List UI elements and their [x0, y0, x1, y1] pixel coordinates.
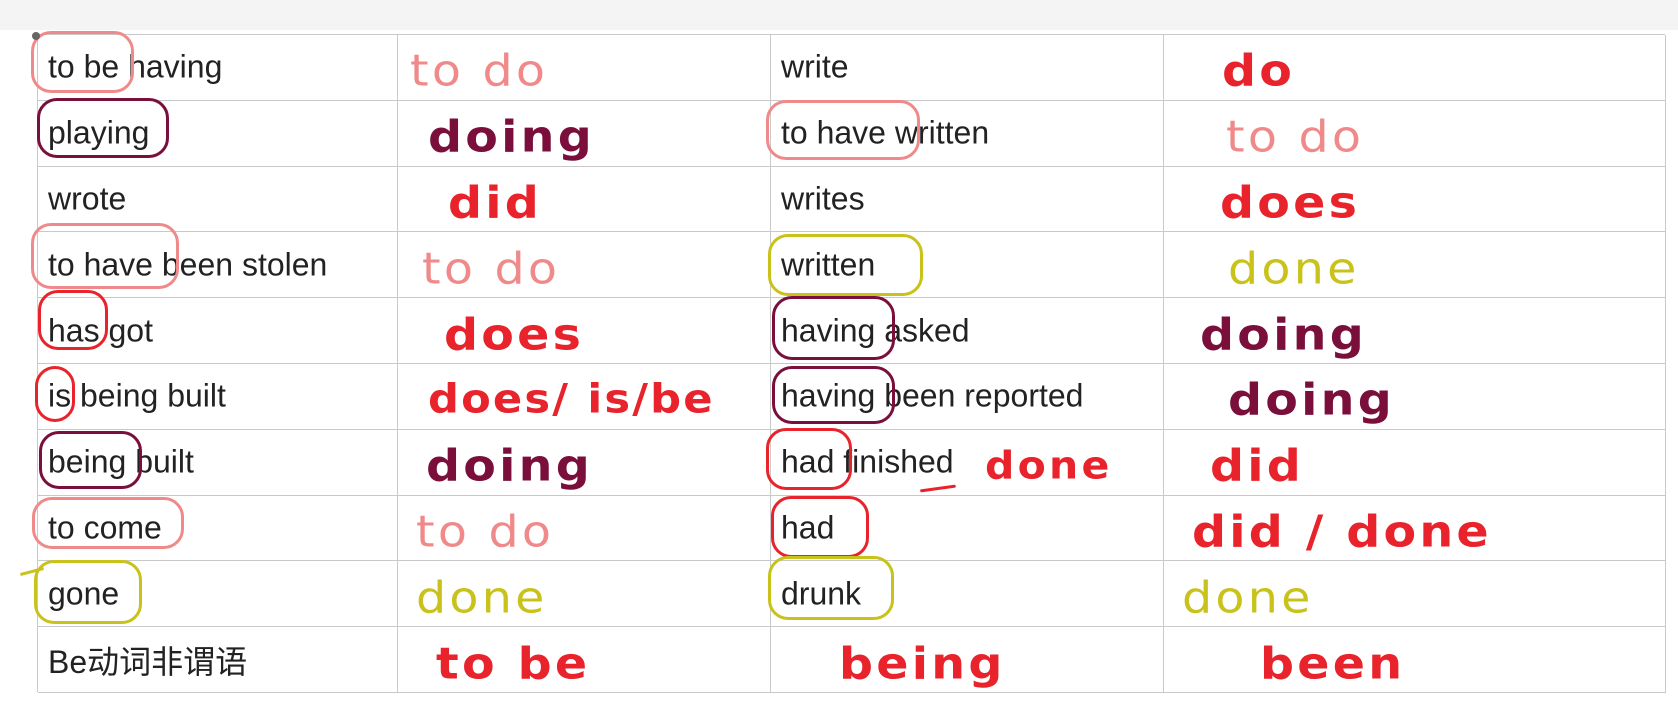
handwritten-note: been: [1260, 638, 1406, 690]
circle-annotation: [37, 98, 169, 158]
handwritten-note: done: [985, 443, 1113, 488]
cursor-dot: [32, 32, 40, 40]
table-cell: write: [771, 35, 1164, 101]
table-cell: been: [1164, 627, 1666, 693]
table-cell: does/ is/be: [398, 363, 771, 430]
handwritten-note: doing: [426, 440, 594, 492]
handwritten-note: done: [1182, 572, 1314, 624]
handwritten-note: to do: [416, 506, 555, 558]
table-cell: to be: [398, 627, 771, 693]
table-cell: to do: [398, 232, 771, 299]
handwritten-note: doing: [1200, 309, 1368, 361]
circle-annotation: [772, 296, 895, 360]
handwritten-note: being: [839, 638, 1006, 690]
table-cell: done: [1164, 232, 1666, 299]
table-text: wrote: [48, 180, 127, 217]
table-cell: did: [398, 166, 771, 233]
table-cell: do: [1164, 35, 1666, 101]
circle-annotation: [32, 497, 184, 549]
table-cell: did: [1164, 429, 1666, 496]
handwritten-note: did: [1210, 440, 1305, 492]
table-cell: done: [398, 561, 771, 628]
circle-annotation: [766, 428, 852, 490]
table-cell: to do: [1164, 100, 1666, 167]
table-cell: doing: [398, 429, 771, 496]
table-cell: being: [771, 627, 1164, 693]
circle-annotation: [34, 560, 142, 624]
table-cell: to do: [398, 35, 771, 101]
table-cell: does: [398, 298, 771, 364]
circle-annotation: [771, 496, 869, 558]
handwritten-note: done: [1228, 243, 1360, 295]
circle-annotation: [766, 100, 920, 160]
circle-annotation: [39, 431, 142, 489]
handwritten-note: to do: [410, 45, 549, 97]
handwritten-note: does: [444, 309, 585, 361]
handwritten-note: do: [1222, 45, 1296, 97]
table-cell: doing: [398, 100, 771, 167]
circle-annotation: [772, 366, 895, 424]
handwritten-note: to do: [1226, 111, 1365, 163]
top-bar: [0, 0, 1678, 30]
table-cell: to do: [398, 495, 771, 562]
table-text: writes: [781, 180, 865, 217]
handwritten-note: doing: [1228, 374, 1396, 426]
handwritten-note: done: [416, 572, 548, 624]
table-text: write: [781, 48, 849, 85]
table-cell: does: [1164, 166, 1666, 233]
handwritten-note: doing: [428, 111, 596, 163]
table-cell: doing: [1164, 363, 1666, 430]
circle-annotation: [31, 31, 134, 93]
table-text: Be动词非谓语: [48, 643, 248, 680]
table-cell: writes: [771, 166, 1164, 233]
circle-annotation: [768, 556, 894, 620]
table-cell: done: [1164, 561, 1666, 628]
circle-annotation: [768, 234, 923, 296]
handwritten-note: did: [448, 177, 543, 229]
circle-annotation: [38, 290, 108, 350]
circle-annotation: [31, 223, 179, 289]
table-cell: did / done: [1164, 495, 1666, 562]
handwritten-note: to do: [422, 243, 561, 295]
table-cell: Be动词非谓语: [38, 627, 398, 693]
handwritten-note: does/ is/be: [428, 377, 715, 424]
handwritten-note: to be: [436, 638, 591, 690]
table-cell: is being built: [38, 363, 398, 430]
handwritten-note: did / done: [1192, 506, 1492, 558]
circle-annotation: [35, 366, 75, 422]
handwritten-note: does: [1220, 177, 1361, 229]
table-cell: doing: [1164, 298, 1666, 364]
